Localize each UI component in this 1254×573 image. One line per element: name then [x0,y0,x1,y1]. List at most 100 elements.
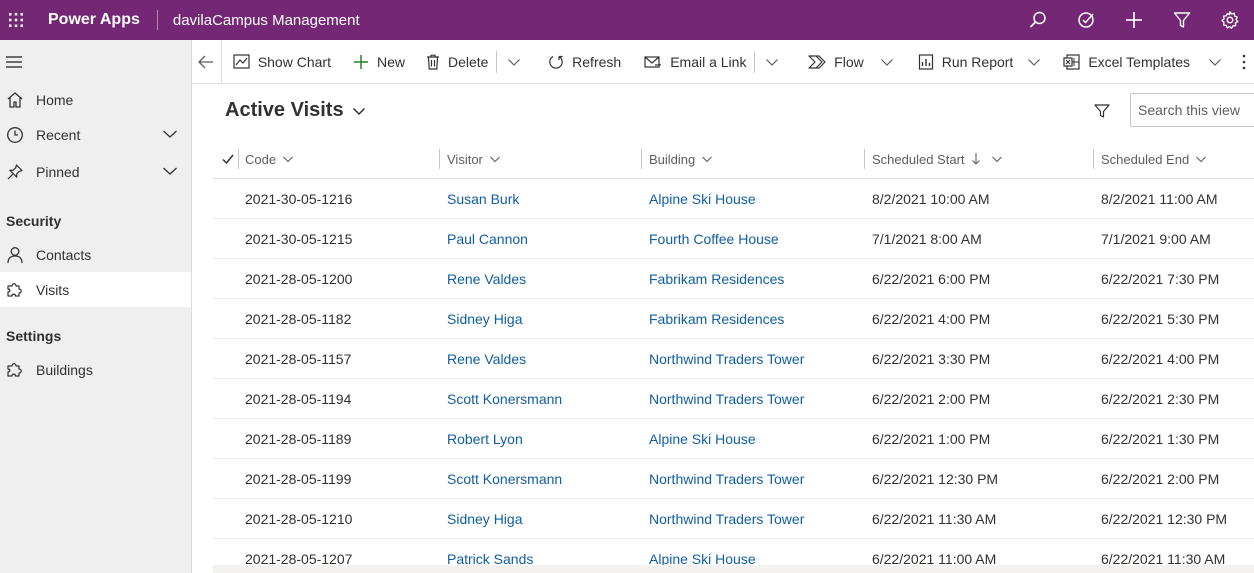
cell-scheduled-end: 6/22/2021 7:30 PM [1101,271,1220,287]
delete-button[interactable]: Delete [420,40,494,84]
cell-building-link[interactable]: Northwind Traders Tower [649,459,804,499]
app-launcher-icon[interactable] [0,0,32,40]
cell-scheduled-start: 6/22/2021 1:00 PM [872,431,991,447]
column-header-building[interactable]: Building [649,139,713,179]
cell-code: 2021-28-05-1200 [245,271,353,287]
column-header-label: Scheduled Start [872,151,965,167]
pin-icon [5,162,25,182]
table-row[interactable]: 2021-28-05-1200 Rene Valdes Fabrikam Res… [213,259,1254,299]
table-row[interactable]: 2021-30-05-1216 Susan Burk Alpine Ski Ho… [213,179,1254,219]
cell-building-link[interactable]: Alpine Ski House [649,419,756,459]
cell-code: 2021-28-05-1210 [245,511,353,527]
top-bar: Power Apps davilaCampus Management [0,0,1254,40]
cell-visitor-link[interactable]: Sidney Higa [447,299,523,339]
cell-visitor-link[interactable]: Scott Konersmann [447,459,562,499]
column-header-label: Visitor [447,151,483,167]
email-link-button[interactable]: Email a Link [638,40,752,84]
filter-icon[interactable] [1158,0,1206,40]
column-header-scheduled-end[interactable]: Scheduled End [1101,139,1207,179]
column-header-code[interactable]: Code [245,139,294,179]
sidebar-item-home[interactable]: Home [0,82,191,117]
trash-icon [426,54,440,70]
cell-visitor-link[interactable]: Robert Lyon [447,419,523,459]
flow-chevron-icon[interactable] [870,40,902,84]
cell-building-link[interactable]: Alpine Ski House [649,179,756,219]
cell-building-link[interactable]: Northwind Traders Tower [649,339,804,379]
cell-building-link[interactable]: Northwind Traders Tower [649,379,804,419]
column-header-scheduled-start[interactable]: Scheduled Start [872,139,1003,179]
flow-button[interactable]: Flow [802,40,870,84]
sidebar-item-label: Pinned [36,163,80,180]
refresh-button[interactable]: Refresh [542,40,627,84]
sidebar-item-contacts[interactable]: Contacts [0,237,191,272]
email-link-label: Email a Link [670,53,747,70]
grid-header: Code Visitor Building Scheduled Start Sc… [213,139,1254,179]
column-header-label: Code [245,151,277,167]
excel-templates-chevron-icon[interactable] [1196,40,1230,84]
sidebar-item-label: Visits [36,281,70,298]
puzzle-icon [5,360,25,380]
cell-visitor-link[interactable]: Sidney Higa [447,499,523,539]
cell-scheduled-start: 6/22/2021 2:00 PM [872,391,991,407]
select-all-checkbox[interactable] [221,139,235,179]
lightbulb-icon[interactable] [1062,0,1110,40]
table-row[interactable]: 2021-28-05-1189 Robert Lyon Alpine Ski H… [213,419,1254,459]
cell-building-link[interactable]: Northwind Traders Tower [649,499,804,539]
column-separator [439,149,440,169]
cell-building-link[interactable]: Fourth Coffee House [649,219,779,259]
brand-name[interactable]: Power Apps [48,11,140,29]
email-link-icon [644,54,662,70]
new-button[interactable]: New [347,40,411,84]
show-chart-label: Show Chart [257,53,331,70]
table-row[interactable]: 2021-28-05-1194 Scott Konersmann Northwi… [213,379,1254,419]
cell-building-link[interactable]: Fabrikam Residences [649,299,784,339]
filter-icon[interactable] [1092,101,1112,126]
cell-scheduled-end: 6/22/2021 2:00 PM [1101,471,1220,487]
chevron-down-icon[interactable] [162,126,178,145]
plus-icon[interactable] [1110,0,1158,40]
table-row[interactable]: 2021-28-05-1182 Sidney Higa Fabrikam Res… [213,299,1254,339]
sidebar-item-visits[interactable]: Visits [0,272,191,307]
sidebar-item-recent[interactable]: Recent [0,117,191,152]
back-arrow-icon[interactable] [192,39,222,84]
search-icon[interactable] [1014,0,1062,40]
search-input[interactable] [1131,94,1254,126]
horizontal-scrollbar[interactable] [213,565,1254,573]
show-chart-button[interactable]: Show Chart [227,40,337,84]
cell-building-link[interactable]: Fabrikam Residences [649,259,784,299]
column-header-visitor[interactable]: Visitor [447,139,501,179]
cell-scheduled-start: 7/1/2021 8:00 AM [872,231,982,247]
cell-visitor-link[interactable]: Paul Cannon [447,219,528,259]
table-row[interactable]: 2021-28-05-1210 Sidney Higa Northwind Tr… [213,499,1254,539]
clock-icon [5,125,25,145]
sidebar-item-pinned[interactable]: Pinned [0,154,191,189]
more-commands-icon[interactable] [1230,40,1254,84]
cell-scheduled-end: 6/22/2021 4:00 PM [1101,351,1220,367]
home-icon [5,90,25,110]
cell-visitor-link[interactable]: Rene Valdes [447,259,526,299]
table-row[interactable]: 2021-30-05-1215 Paul Cannon Fourth Coffe… [213,219,1254,259]
cell-visitor-link[interactable]: Scott Konersmann [447,379,562,419]
cell-scheduled-start: 6/22/2021 12:30 PM [872,471,999,487]
view-selector[interactable]: Active Visits [225,99,366,122]
cell-visitor-link[interactable]: Rene Valdes [447,339,526,379]
chevron-down-icon[interactable] [162,163,178,182]
table-row[interactable]: 2021-28-05-1157 Rene Valdes Northwind Tr… [213,339,1254,379]
gear-icon[interactable] [1206,0,1254,40]
run-report-button[interactable]: Run Report [912,40,1020,84]
hamburger-menu-icon[interactable] [0,40,191,84]
app-name[interactable]: davilaCampus Management [173,12,360,29]
cell-code: 2021-30-05-1215 [245,231,353,247]
excel-icon [1063,53,1080,70]
table-row[interactable]: 2021-28-05-1199 Scott Konersmann Northwi… [213,459,1254,499]
run-report-chevron-icon[interactable] [1019,40,1049,84]
cell-scheduled-end: 7/1/2021 9:00 AM [1101,231,1211,247]
more-email-chevron-icon[interactable] [757,40,787,84]
excel-templates-button[interactable]: Excel Templates [1057,40,1196,84]
run-report-label: Run Report [941,53,1014,70]
more-delete-chevron-icon[interactable] [499,40,529,84]
column-separator [864,149,865,169]
sidebar-item-buildings[interactable]: Buildings [0,352,191,387]
cell-visitor-link[interactable]: Susan Burk [447,179,519,219]
flow-icon [808,54,826,70]
